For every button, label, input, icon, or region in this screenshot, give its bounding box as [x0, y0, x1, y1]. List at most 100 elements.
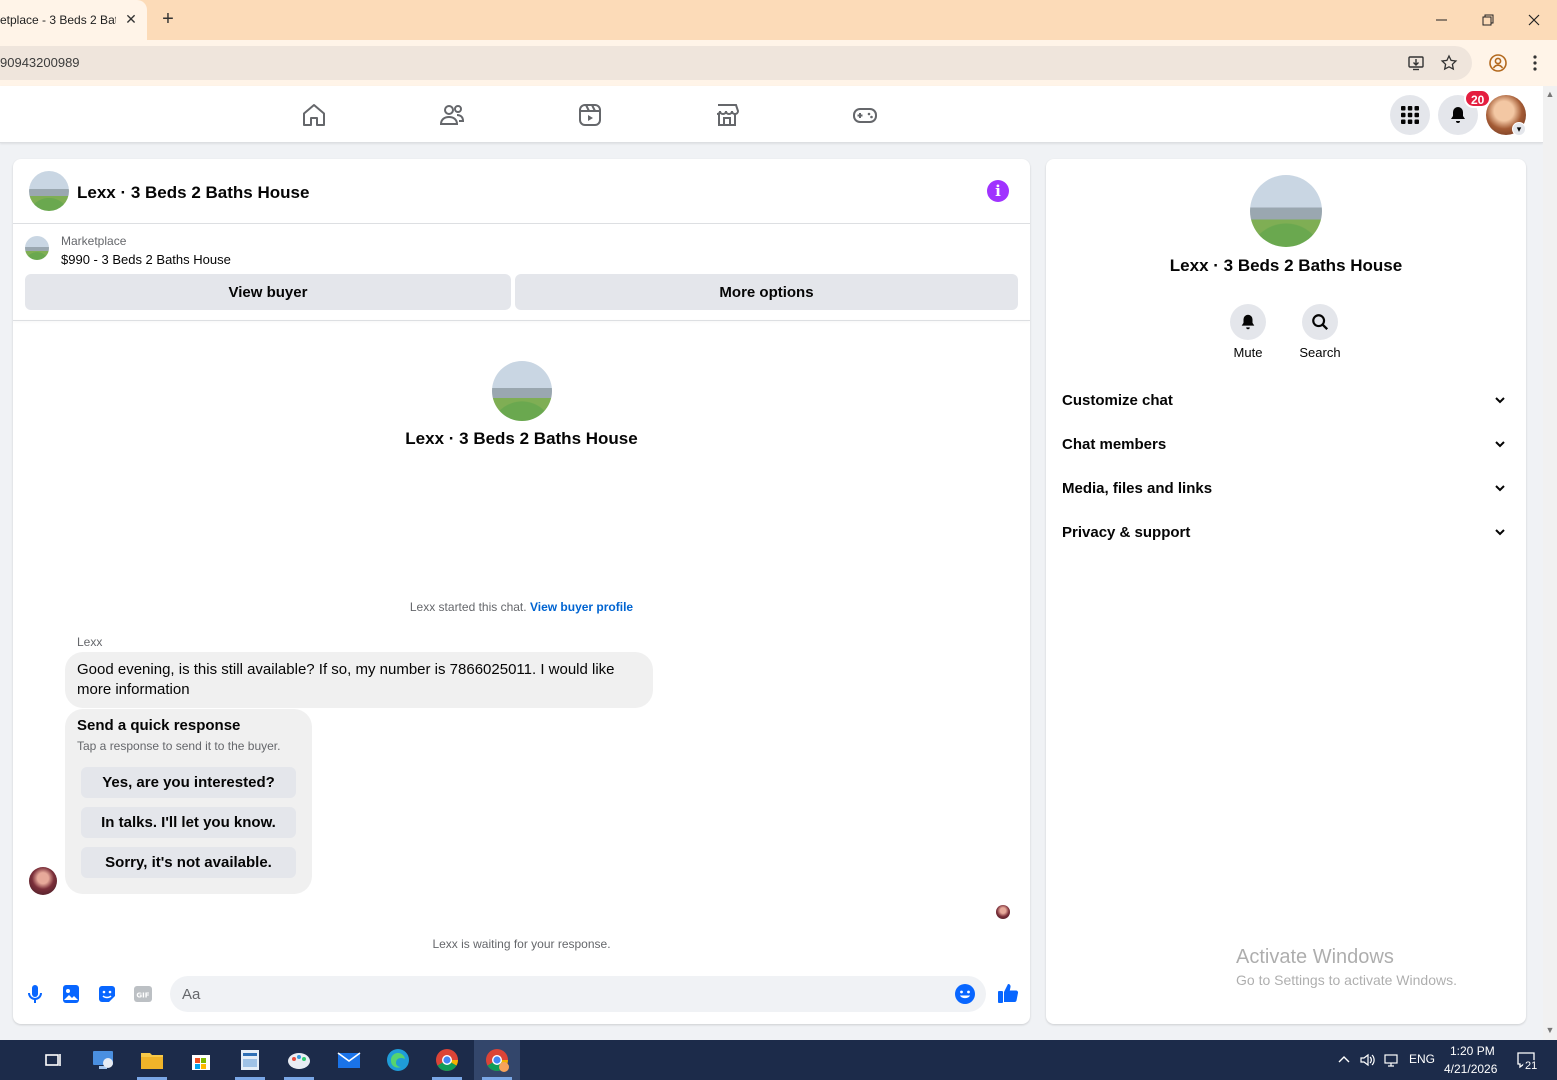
edge-browser-icon[interactable]: [385, 1047, 411, 1073]
windows-taskbar: ENG 1:20 PM 4/21/2026 21: [0, 1040, 1557, 1080]
section-customize-chat[interactable]: Customize chat: [1054, 380, 1518, 420]
side-panel-avatar[interactable]: [1250, 175, 1322, 247]
chevron-down-icon: [1495, 529, 1505, 536]
network-icon[interactable]: [1383, 1052, 1399, 1068]
quick-response-option[interactable]: Yes, are you interested?: [81, 767, 296, 798]
install-app-icon[interactable]: [1407, 54, 1425, 72]
buyer-avatar[interactable]: [29, 867, 57, 895]
view-buyer-profile-link[interactable]: View buyer profile: [530, 600, 633, 614]
seen-indicator-avatar: [996, 905, 1010, 919]
store-icon[interactable]: [188, 1047, 214, 1073]
remote-desktop-icon[interactable]: [90, 1047, 116, 1073]
search-icon: [1302, 304, 1338, 340]
chat-started-notice: Lexx started this chat. View buyer profi…: [13, 600, 1030, 614]
section-label: Media, files and links: [1062, 480, 1213, 497]
clock-time[interactable]: 1:20 PM: [1450, 1044, 1495, 1058]
new-tab-button[interactable]: +: [157, 8, 179, 30]
bookmark-star-icon[interactable]: [1440, 54, 1458, 72]
mute-button[interactable]: Mute: [1208, 304, 1288, 360]
gif-icon[interactable]: GIF: [132, 983, 154, 1005]
header-divider: [13, 223, 1030, 224]
omnibox[interactable]: 90943200989: [0, 46, 1472, 80]
chrome-menu-icon[interactable]: [1524, 52, 1546, 74]
reader-app-icon[interactable]: [237, 1047, 263, 1073]
chat-title[interactable]: Lexx · 3 Beds 2 Baths House: [77, 183, 309, 203]
sticker-icon[interactable]: [96, 983, 118, 1005]
mail-icon[interactable]: [336, 1047, 362, 1073]
scroll-up-arrow-icon[interactable]: ▲: [1545, 89, 1555, 99]
restore-icon[interactable]: [1476, 8, 1500, 32]
tab-title: etplace - 3 Beds 2 Bat: [0, 13, 116, 27]
photo-icon[interactable]: [60, 983, 82, 1005]
task-view-icon[interactable]: [40, 1047, 66, 1073]
tab-close-icon[interactable]: ✕: [123, 9, 139, 29]
quick-response-card: Send a quick response Tap a response to …: [65, 709, 312, 894]
section-label: Chat members: [1062, 436, 1167, 453]
message-input[interactable]: [182, 979, 942, 1009]
watermark-line-1: Activate Windows: [1236, 946, 1394, 968]
home-icon[interactable]: [300, 101, 328, 129]
language-indicator[interactable]: ENG: [1409, 1052, 1435, 1066]
chat-header-avatar[interactable]: [29, 171, 69, 211]
tray-chevron-up-icon[interactable]: [1336, 1052, 1352, 1068]
browser-tab[interactable]: etplace - 3 Beds 2 Bat ✕: [0, 0, 147, 40]
minimize-icon[interactable]: [1430, 8, 1454, 32]
chevron-down-icon: [1495, 397, 1505, 404]
mute-label: Mute: [1233, 345, 1263, 360]
watermark-line-2: Go to Settings to activate Windows.: [1236, 972, 1457, 988]
info-icon[interactable]: i: [987, 180, 1009, 202]
menu-grid-icon[interactable]: [1390, 95, 1430, 135]
chat-info-panel: Lexx · 3 Beds 2 Baths House Mute Search …: [1046, 159, 1526, 1024]
emoji-icon[interactable]: [954, 983, 976, 1005]
message-bubble: Good evening, is this still available? I…: [65, 652, 653, 708]
section-privacy-support[interactable]: Privacy & support: [1054, 512, 1518, 552]
paint-icon[interactable]: [286, 1047, 312, 1073]
listing-divider: [13, 320, 1030, 321]
browser-tab-bar: etplace - 3 Beds 2 Bat ✕ +: [0, 0, 1557, 40]
browser-address-bar: 90943200989: [0, 40, 1557, 86]
activate-windows-watermark: Activate Windows Go to Settings to activ…: [1236, 946, 1457, 988]
scroll-down-arrow-icon[interactable]: ▼: [1545, 1025, 1555, 1035]
message-composer: [170, 976, 986, 1012]
marketplace-icon[interactable]: [713, 101, 741, 129]
volume-icon[interactable]: [1359, 1052, 1375, 1068]
conversation-avatar[interactable]: [492, 361, 552, 421]
url-text: 90943200989: [0, 55, 80, 70]
file-explorer-icon[interactable]: [139, 1047, 165, 1073]
friends-icon[interactable]: [438, 101, 466, 129]
facebook-top-nav: 20: [0, 86, 1543, 143]
conversation-title: Lexx · 3 Beds 2 Baths House: [405, 429, 638, 448]
video-icon[interactable]: [576, 101, 604, 129]
chat-panel: Lexx · 3 Beds 2 Baths House i Marketplac…: [13, 159, 1030, 1024]
chevron-down-icon: [1495, 441, 1505, 448]
account-chevron-down-icon[interactable]: ▾: [1512, 122, 1526, 136]
chevron-down-icon: [1495, 485, 1505, 492]
page-scrollbar[interactable]: [1543, 86, 1557, 1040]
view-buyer-button[interactable]: View buyer: [25, 274, 511, 310]
action-center-count: 21: [1523, 1060, 1540, 1072]
side-panel-title: Lexx · 3 Beds 2 Baths House: [1169, 256, 1403, 275]
microphone-icon[interactable]: [24, 983, 46, 1005]
search-button[interactable]: Search: [1280, 304, 1360, 360]
close-window-icon[interactable]: [1522, 8, 1546, 32]
clock-date[interactable]: 4/21/2026: [1444, 1062, 1497, 1076]
section-label: Privacy & support: [1062, 524, 1191, 541]
thumbs-up-icon[interactable]: [996, 981, 1020, 1005]
chrome-profile-icon[interactable]: [484, 1047, 510, 1073]
section-chat-members[interactable]: Chat members: [1054, 424, 1518, 464]
more-options-button[interactable]: More options: [515, 274, 1018, 310]
quick-response-subtitle: Tap a response to send it to the buyer.: [77, 739, 281, 753]
sender-name: Lexx: [77, 635, 103, 649]
svg-text:GIF: GIF: [136, 992, 149, 1000]
profile-icon[interactable]: [1487, 52, 1509, 74]
listing-thumbnail: [25, 236, 49, 260]
chrome-icon[interactable]: [434, 1047, 460, 1073]
quick-response-option[interactable]: In talks. I'll let you know.: [81, 807, 296, 838]
gaming-icon[interactable]: [851, 101, 879, 129]
waiting-notice: Lexx is waiting for your response.: [432, 937, 611, 951]
section-label: Customize chat: [1062, 392, 1173, 409]
section-media-files-links[interactable]: Media, files and links: [1054, 468, 1518, 508]
mute-bell-icon: [1230, 304, 1266, 340]
listing-title[interactable]: $990 - 3 Beds 2 Baths House: [61, 252, 231, 267]
quick-response-option[interactable]: Sorry, it's not available.: [81, 847, 296, 878]
